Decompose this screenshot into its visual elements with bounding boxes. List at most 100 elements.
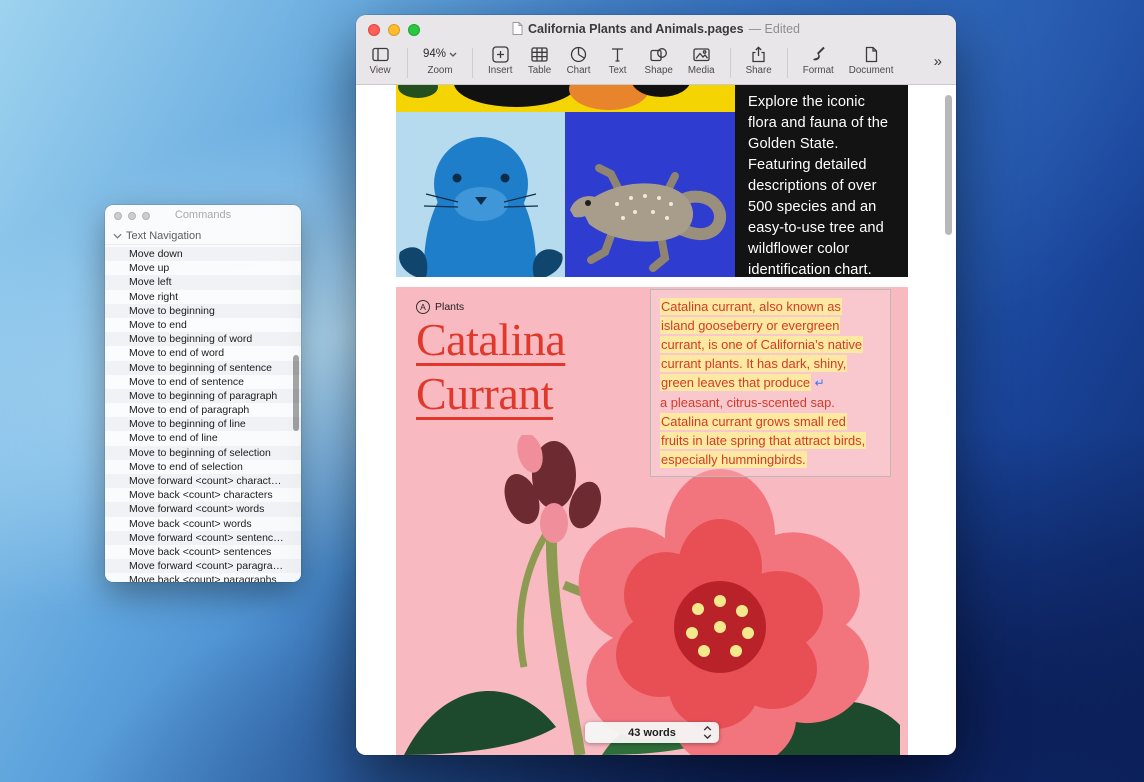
command-item[interactable]: Move to beginning of selection	[105, 446, 301, 460]
section-header-text-navigation[interactable]: Text Navigation	[105, 227, 301, 245]
zoom-control[interactable]: 94% Zoom	[423, 44, 457, 76]
command-item[interactable]: Move down	[105, 247, 301, 261]
text-button[interactable]: Text	[606, 44, 630, 76]
command-item[interactable]: Move to end of paragraph	[105, 403, 301, 417]
share-icon	[749, 44, 768, 64]
commands-scrollbar-thumb[interactable]	[293, 355, 299, 431]
media-label: Media	[688, 65, 715, 76]
word-count-stepper-icon	[703, 725, 712, 745]
body-text-frame[interactable]: Catalina currant, also known as island g…	[650, 289, 891, 477]
command-item[interactable]: Move to end	[105, 318, 301, 332]
insert-label: Insert	[488, 65, 513, 76]
heading-line: Currant	[416, 367, 565, 421]
command-item[interactable]: Move back <count> characters	[105, 488, 301, 502]
toolbar-separator	[730, 48, 731, 78]
toolbar-overflow-button[interactable]: »	[934, 44, 942, 70]
chart-icon	[569, 44, 588, 64]
command-item[interactable]: Move to end of sentence	[105, 375, 301, 389]
plants-section: A Plants Catalina Currant Catalina curra…	[396, 287, 908, 755]
command-item[interactable]: Move to beginning of line	[105, 417, 301, 431]
category-badge: A	[416, 300, 430, 314]
command-item[interactable]: Move to beginning of sentence	[105, 361, 301, 375]
body-line: currant plants. It has dark, shiny,	[660, 355, 847, 372]
intro-text: Explore the iconic flora and fauna of th…	[748, 92, 897, 281]
format-icon	[809, 44, 828, 64]
lizard-illustration	[565, 112, 735, 277]
lizard-image[interactable]	[565, 112, 735, 277]
command-item[interactable]: Move to end of word	[105, 346, 301, 360]
seal-image[interactable]	[396, 112, 565, 277]
share-button[interactable]: Share	[746, 44, 772, 76]
flower-illustration[interactable]	[404, 435, 900, 755]
pages-scrollbar-thumb[interactable]	[945, 95, 952, 235]
document-button[interactable]: Document	[849, 44, 894, 76]
body-line: currant, is one of California’s native	[660, 336, 863, 353]
shape-button[interactable]: Shape	[645, 44, 673, 76]
chart-label: Chart	[567, 65, 591, 76]
chart-button[interactable]: Chart	[567, 44, 591, 76]
poppy-image[interactable]	[396, 85, 735, 112]
minimize-button[interactable]	[388, 24, 400, 36]
view-label: View	[369, 65, 390, 76]
media-button[interactable]: Media	[688, 44, 715, 76]
document-icon	[512, 22, 523, 35]
fullscreen-button[interactable]	[408, 24, 420, 36]
commands-titlebar[interactable]: Commands	[105, 205, 301, 227]
toolbar: View 94% Zoom Insert	[356, 41, 956, 85]
body-line: island gooseberry or evergreen	[660, 317, 840, 334]
document-canvas: Explore the iconic flora and fauna of th…	[356, 85, 956, 755]
command-item[interactable]: Move to beginning of paragraph	[105, 389, 301, 403]
command-item[interactable]: Move left	[105, 275, 301, 289]
heading-line: Catalina	[416, 313, 565, 367]
close-button[interactable]	[368, 24, 380, 36]
window-title-text: California Plants and Animals.pages	[528, 22, 744, 36]
command-item[interactable]: Move back <count> paragraphs	[105, 573, 301, 582]
section-heading[interactable]: Catalina Currant	[416, 313, 565, 421]
seal-illustration	[396, 112, 565, 277]
format-label: Format	[803, 65, 834, 76]
window-controls	[368, 24, 420, 36]
command-item[interactable]: Move to beginning of word	[105, 332, 301, 346]
command-item[interactable]: Move back <count> sentences	[105, 545, 301, 559]
line-break-icon: ↵	[815, 376, 825, 390]
toolbar-separator	[407, 48, 408, 78]
command-item[interactable]: Move forward <count> sentenc…	[105, 531, 301, 545]
window-edited-label: — Edited	[749, 22, 800, 36]
command-item[interactable]: Move forward <count> words	[105, 502, 301, 516]
share-label: Share	[746, 65, 772, 76]
body-line: green leaves that produce	[660, 374, 811, 391]
poppy-illustration	[396, 85, 735, 112]
view-button[interactable]: View	[368, 44, 392, 76]
table-button[interactable]: Table	[528, 44, 552, 76]
zoom-label: Zoom	[427, 65, 452, 76]
command-item[interactable]: Move to end of line	[105, 431, 301, 445]
document-settings-icon	[862, 44, 881, 64]
command-item[interactable]: Move back <count> words	[105, 517, 301, 531]
desktop: Commands Text Navigation Move down Move …	[0, 0, 1144, 782]
toolbar-separator	[787, 48, 788, 78]
command-item[interactable]: Move to beginning	[105, 304, 301, 318]
window-header: California Plants and Animals.pages — Ed…	[356, 15, 956, 85]
command-item[interactable]: Move right	[105, 290, 301, 304]
word-count-label: 43 words	[628, 727, 676, 739]
insert-button[interactable]: Insert	[488, 44, 513, 76]
window-titlebar: California Plants and Animals.pages — Ed…	[356, 15, 956, 42]
command-item[interactable]: Move to end of selection	[105, 460, 301, 474]
shape-label: Shape	[645, 65, 673, 76]
format-button[interactable]: Format	[803, 44, 834, 76]
pages-window: California Plants and Animals.pages — Ed…	[356, 15, 956, 755]
command-item[interactable]: Move up	[105, 261, 301, 275]
chevron-down-icon	[113, 233, 122, 239]
body-line: especially hummingbirds.	[660, 451, 807, 468]
command-item[interactable]: Move forward <count> charact…	[105, 474, 301, 488]
word-count-control[interactable]: 43 words	[585, 722, 719, 743]
category-text: Plants	[435, 301, 464, 313]
table-label: Table	[528, 65, 551, 76]
command-item[interactable]: Move forward <count> paragra…	[105, 559, 301, 573]
shape-icon	[649, 44, 668, 64]
chevron-down-icon	[449, 52, 457, 57]
toolbar-separator	[472, 48, 473, 78]
intro-text-panel[interactable]: Explore the iconic flora and fauna of th…	[735, 85, 908, 277]
body-line: Catalina currant grows small red	[660, 413, 847, 430]
body-line: a pleasant, citrus-scented sap.	[660, 395, 835, 410]
